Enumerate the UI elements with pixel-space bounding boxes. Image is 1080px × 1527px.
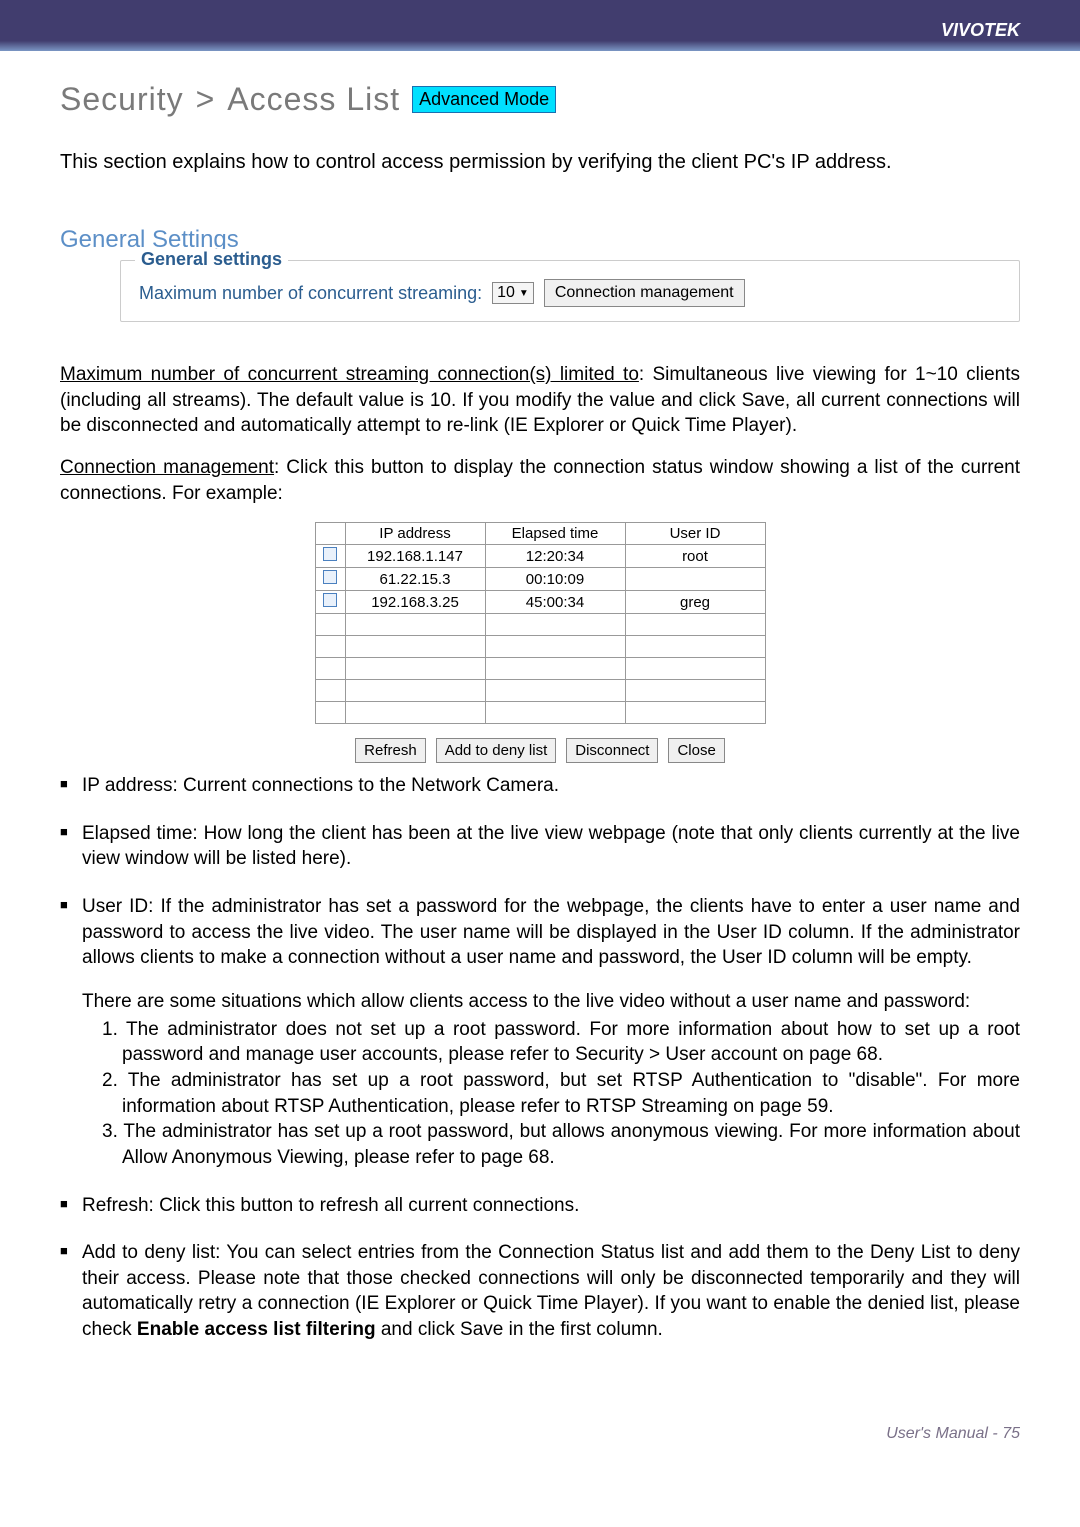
bullet-elapsed-time: Elapsed time: How long the client has be… <box>60 821 1020 872</box>
row-checkbox[interactable] <box>323 593 337 607</box>
row-checkbox[interactable] <box>323 570 337 584</box>
situation-3: 3. The administrator has set up a root p… <box>102 1119 1020 1170</box>
row-checkbox[interactable] <box>323 547 337 561</box>
breadcrumb: Security > Access List Advanced Mode <box>60 81 1020 118</box>
userid-situations-list: 1. The administrator does not set up a r… <box>82 1017 1020 1171</box>
refresh-button[interactable]: Refresh <box>355 738 426 763</box>
page-content: Security > Access List Advanced Mode Thi… <box>0 51 1080 1405</box>
sit2-a: 2. The administrator has set up a root p… <box>102 1070 632 1091</box>
cell-user: root <box>625 545 765 568</box>
table-row-empty <box>315 702 765 724</box>
cell-elapsed: 00:10:09 <box>485 568 625 591</box>
page-footer: User's Manual - 75 <box>0 1405 1080 1473</box>
bullet-list: IP address: Current connections to the N… <box>60 773 1020 1343</box>
header-elapsed: Elapsed time <box>485 523 625 545</box>
sit3-b: , please refer to page 68. <box>343 1147 554 1168</box>
cell-ip: 61.22.15.3 <box>345 568 485 591</box>
connection-buttons-row: Refresh Add to deny list Disconnect Clos… <box>355 738 725 763</box>
breadcrumb-access-list: Access List <box>227 81 400 118</box>
cell-ip: 192.168.3.25 <box>345 591 485 614</box>
header-user: User ID <box>625 523 765 545</box>
table-row-empty <box>315 614 765 636</box>
connection-table-wrap: IP address Elapsed time User ID 192.168.… <box>60 522 1020 763</box>
header-checkbox-col <box>315 523 345 545</box>
max-connections-lead: Maximum number of concurrent streaming c… <box>60 364 639 385</box>
table-row: 192.168.3.2545:00:34greg <box>315 591 765 614</box>
cell-ip: 192.168.1.147 <box>345 545 485 568</box>
advanced-mode-badge: Advanced Mode <box>412 86 556 113</box>
max-connections-paragraph: Maximum number of concurrent streaming c… <box>60 362 1020 439</box>
max-streaming-select[interactable]: 10 ▼ <box>492 282 534 304</box>
connection-management-paragraph: Connection management: Click this button… <box>60 455 1020 506</box>
cell-elapsed: 12:20:34 <box>485 545 625 568</box>
disconnect-button[interactable]: Disconnect <box>566 738 658 763</box>
page-header: VIVOTEK <box>0 0 1080 51</box>
bullet-ip-address: IP address: Current connections to the N… <box>60 773 1020 799</box>
bullet-add-to-deny: Add to deny list: You can select entries… <box>60 1240 1020 1343</box>
bullet-user-id-main: User ID: If the administrator has set a … <box>82 896 1020 968</box>
cell-elapsed: 45:00:34 <box>485 591 625 614</box>
situation-1: 1. The administrator does not set up a r… <box>102 1017 1020 1068</box>
fieldset-legend: General settings <box>135 249 288 270</box>
connection-management-lead: Connection management <box>60 457 274 478</box>
table-row: 61.22.15.300:10:09 <box>315 568 765 591</box>
breadcrumb-separator: > <box>196 81 216 118</box>
table-header-row: IP address Elapsed time User ID <box>315 523 765 545</box>
add-to-deny-list-button[interactable]: Add to deny list <box>436 738 557 763</box>
breadcrumb-security: Security <box>60 81 184 118</box>
table-row-empty <box>315 680 765 702</box>
table-row-empty <box>315 636 765 658</box>
header-ip: IP address <box>345 523 485 545</box>
cell-user: greg <box>625 591 765 614</box>
close-button[interactable]: Close <box>668 738 724 763</box>
cell-user <box>625 568 765 591</box>
sit3-a: 3. The administrator has set up a root p… <box>102 1121 1020 1142</box>
table-row: 192.168.1.14712:20:34root <box>315 545 765 568</box>
footer-text: User's Manual - 75 <box>886 1425 1020 1442</box>
max-streaming-label: Maximum number of concurrent streaming: <box>139 283 482 304</box>
situation-2: 2. The administrator has set up a root p… <box>102 1068 1020 1119</box>
intro-text: This section explains how to control acc… <box>60 148 1020 176</box>
bullet-user-id: User ID: If the administrator has set a … <box>60 894 1020 1170</box>
add-deny-b: and click Save in the first column. <box>376 1319 663 1340</box>
bullet-refresh: Refresh: Click this button to refresh al… <box>60 1193 1020 1219</box>
userid-situations-intro: There are some situations which allow cl… <box>82 989 1020 1015</box>
enable-access-list-bold: Enable access list filtering <box>137 1319 376 1340</box>
chevron-down-icon: ▼ <box>519 288 529 299</box>
general-settings-fieldset: General settings Maximum number of concu… <box>120 260 1020 322</box>
max-streaming-value: 10 <box>497 284 515 302</box>
connection-table: IP address Elapsed time User ID 192.168.… <box>315 522 766 724</box>
allow-anon-term: Allow Anonymous Viewing <box>122 1147 343 1168</box>
brand-text: VIVOTEK <box>941 20 1020 40</box>
connection-management-button[interactable]: Connection management <box>544 279 745 307</box>
rtsp-auth-term: RTSP Authentication <box>632 1070 812 1091</box>
table-row-empty <box>315 658 765 680</box>
max-streaming-row: Maximum number of concurrent streaming: … <box>139 279 1001 307</box>
